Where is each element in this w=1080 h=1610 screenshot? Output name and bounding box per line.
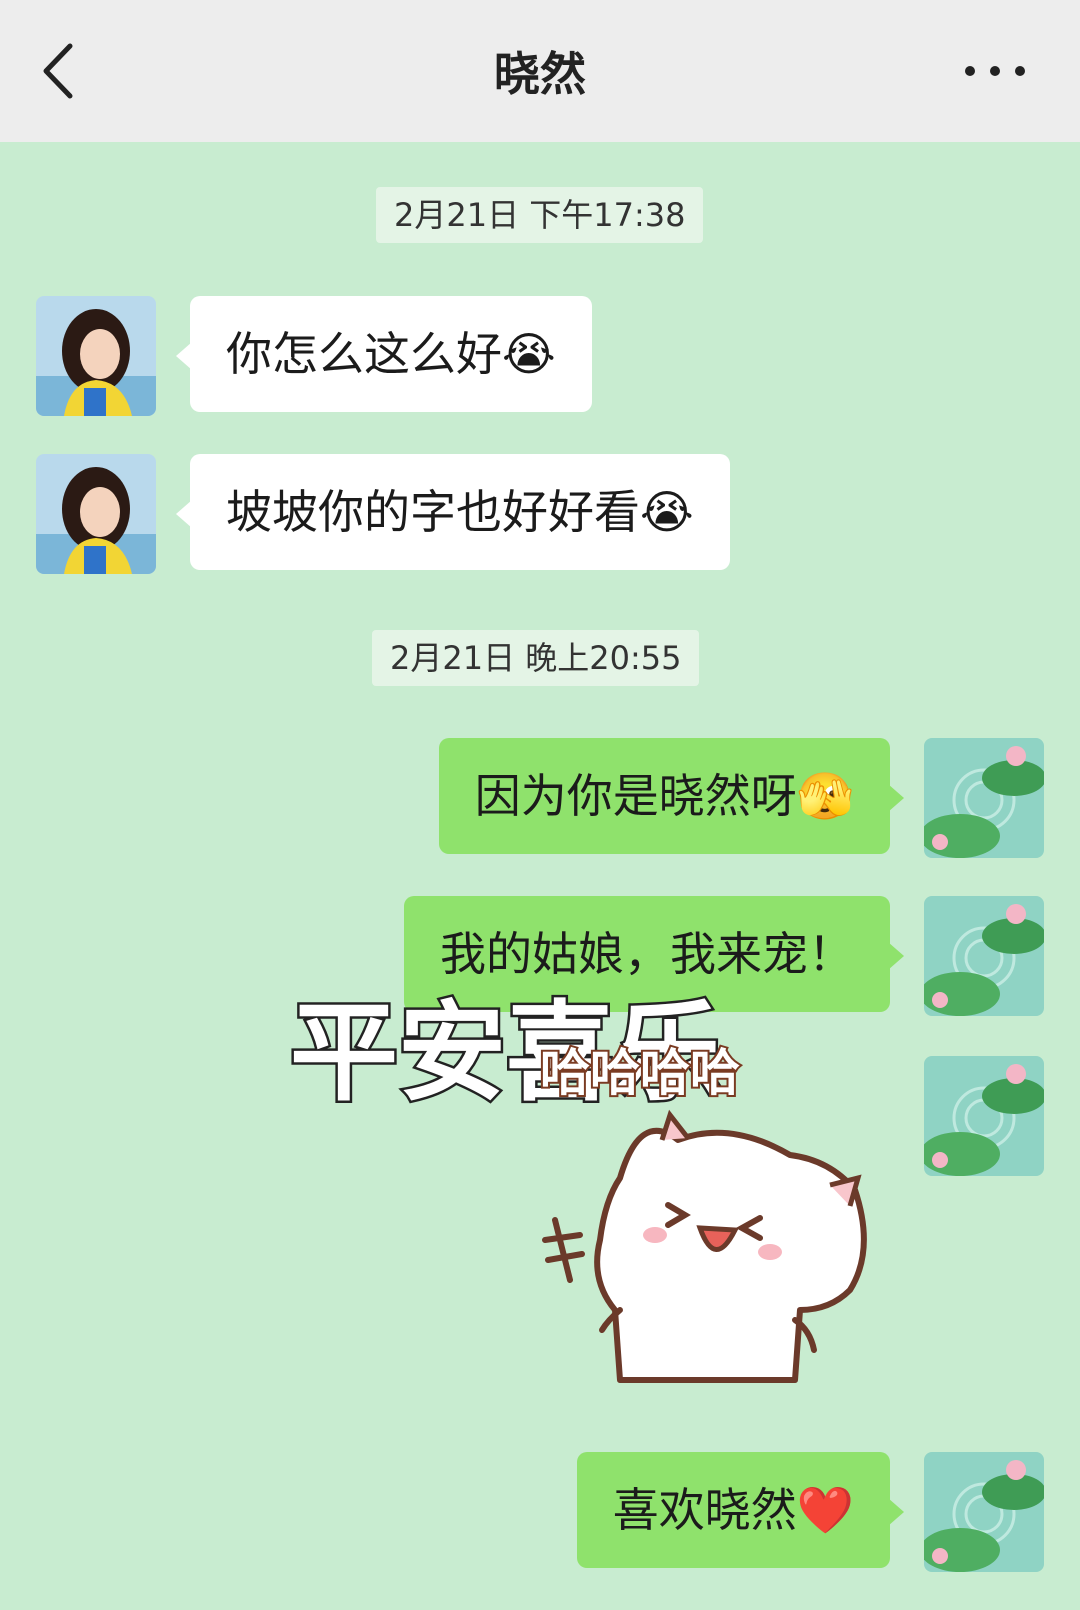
message-text: 我的姑娘，我来宠！ [440,927,854,981]
timestamp: 2月21日 晚上20:55 [372,630,700,686]
my-avatar[interactable] [924,738,1044,858]
loudly-crying-emoji-icon: 😭 [502,327,556,381]
my-avatar[interactable] [924,1056,1044,1176]
message-bubble-sent[interactable]: 喜欢晓然❤️ [576,1452,905,1568]
chat-title: 晓然 [494,47,586,101]
my-avatar[interactable] [924,1452,1044,1572]
face-peeking-emoji-icon: 🫣 [796,769,854,823]
sticker-small-text: 哈哈哈哈 [540,1044,740,1102]
my-avatar[interactable] [924,896,1044,1016]
lotus-pond-avatar-image [924,738,1044,858]
message-bubble-received[interactable]: 坡坡你的字也好好看😭 [176,454,730,570]
message-text: 因为你是晓然呀 [474,769,797,823]
message-text: 喜欢晓然 [612,1483,797,1537]
timestamp: 2月21日 下午17:38 [376,187,704,243]
message-bubble-sent[interactable]: 因为你是晓然呀🫣 [438,738,905,854]
more-dots-icon [965,66,1025,76]
message-text: 坡坡你的字也好好看 [226,485,640,539]
girl-portrait-avatar-image [36,296,156,416]
lotus-pond-avatar-image [924,1056,1044,1176]
more-button[interactable] [960,54,1030,88]
cat-sticker-image: 平安喜乐 哈哈哈哈 [288,989,867,1383]
contact-avatar[interactable] [36,454,156,574]
red-heart-emoji-icon: ❤️ [796,1483,854,1537]
message-text: 你怎么这么好 [226,327,502,381]
loudly-crying-emoji-icon: 😭 [640,485,694,539]
message-bubble-received[interactable]: 你怎么这么好😭 [176,296,592,412]
sticker-message[interactable]: 平安喜乐 哈哈哈哈 [288,989,890,1410]
chat-header: 晓然 [0,0,1080,142]
contact-avatar[interactable] [36,296,156,416]
girl-portrait-avatar-image [36,454,156,574]
lotus-pond-avatar-image [924,896,1044,1016]
lotus-pond-avatar-image [924,1452,1044,1572]
